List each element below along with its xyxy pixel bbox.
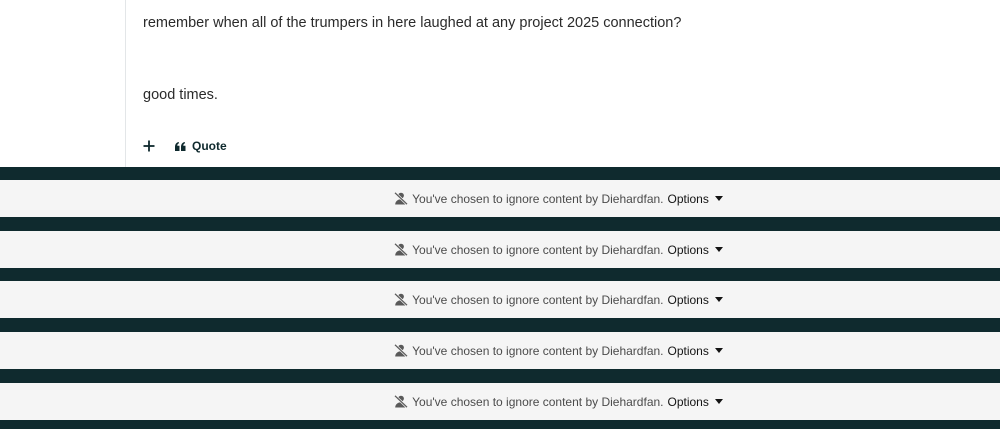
options-label: Options [667,343,709,358]
ignored-post-content: You've chosen to ignore content by Dieha… [394,395,723,409]
ignored-options-dropdown[interactable]: Options [668,395,723,409]
ignored-message: You've chosen to ignore content by Dieha… [412,292,664,307]
caret-down-icon [714,196,723,201]
options-label: Options [667,292,709,307]
ignored-message: You've chosen to ignore content by Dieha… [412,343,664,358]
caret-down-icon [714,297,723,302]
ignored-post-content: You've chosen to ignore content by Dieha… [394,293,723,307]
options-label: Options [667,242,709,257]
post-user-rail [0,0,126,167]
post-body-line: remember when all of the trumpers in her… [143,15,682,31]
options-label: Options [667,191,709,206]
ignored-message: You've chosen to ignore content by Dieha… [412,191,664,206]
ignored-post-content: You've chosen to ignore content by Dieha… [394,344,723,358]
caret-down-icon [714,399,723,404]
ignored-post-notice: You've chosen to ignore content by Dieha… [0,383,1000,420]
caret-down-icon [714,348,723,353]
user-slash-icon [394,243,409,256]
post-body-line: good times. [143,87,218,103]
ignored-post-content: You've chosen to ignore content by Dieha… [394,192,723,206]
multi-quote-button[interactable] [140,137,158,155]
ignored-post-notice: You've chosen to ignore content by Dieha… [0,180,1000,217]
user-slash-icon [394,344,409,357]
caret-down-icon [714,247,723,252]
user-slash-icon [394,293,409,306]
options-label: Options [667,394,709,409]
user-slash-icon [394,192,409,205]
user-slash-icon [394,395,409,408]
quote-button[interactable]: Quote [175,139,227,153]
post-actions: Quote [140,136,227,156]
ignored-options-dropdown[interactable]: Options [668,293,723,307]
quote-icon [175,141,186,151]
ignored-message: You've chosen to ignore content by Dieha… [412,242,664,257]
ignored-post-notice: You've chosen to ignore content by Dieha… [0,231,1000,268]
ignored-options-dropdown[interactable]: Options [668,192,723,206]
plus-icon [143,140,155,152]
ignored-post-content: You've chosen to ignore content by Dieha… [394,243,723,257]
ignored-post-notice: You've chosen to ignore content by Dieha… [0,281,1000,318]
ignored-post-notice: You've chosen to ignore content by Dieha… [0,332,1000,369]
post: remember when all of the trumpers in her… [0,0,1000,167]
quote-label: Quote [192,139,227,153]
ignored-options-dropdown[interactable]: Options [668,243,723,257]
ignored-options-dropdown[interactable]: Options [668,344,723,358]
ignored-message: You've chosen to ignore content by Dieha… [412,394,664,409]
